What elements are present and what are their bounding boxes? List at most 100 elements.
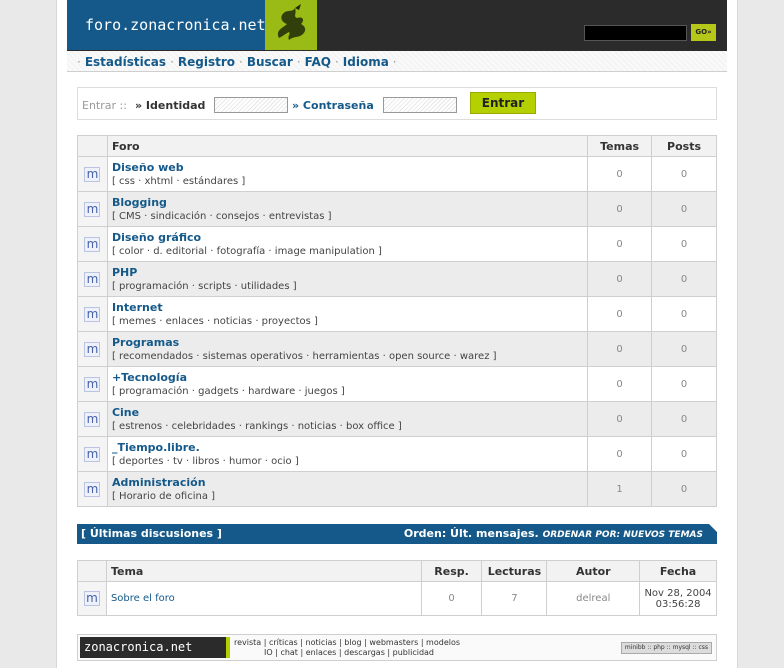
nav-faq[interactable]: FAQ (305, 55, 331, 69)
header: foro.zonacronica.net GO» (67, 0, 727, 51)
forum-name[interactable]: Blogging (112, 196, 587, 209)
tech-badge: minibb :: php :: mysql :: css (620, 642, 712, 654)
topic-autor: delreal (546, 581, 641, 616)
footer-logo[interactable]: zonacronica.net (80, 637, 226, 658)
forum-name[interactable]: +Tecnología (112, 371, 587, 384)
topic-lecturas: 7 (481, 581, 548, 616)
forum-temas: 0 (587, 261, 653, 297)
col-temas: Temas (587, 135, 653, 157)
footer-links-row1[interactable]: revista | críticas | noticias | blog | w… (234, 638, 460, 648)
forum-icon: m (84, 481, 101, 497)
forum-icon: m (84, 201, 101, 217)
forum-desc: [ programación · gadgets · hardware · ju… (111, 386, 345, 397)
forum-desc: [ CMS · sindicación · consejos · entrevi… (111, 211, 332, 222)
nav-estadisticas[interactable]: Estadísticas (85, 55, 166, 69)
forum-name[interactable]: Programas (112, 336, 587, 349)
top-nav: · Estadísticas · Registro · Buscar · FAQ · Idioma… (67, 51, 727, 72)
forum-row: m PHP [ programación · scripts · utilidade… (77, 261, 717, 297)
page: foro.zonacronica.net GO» · Estadísticas · R… (56, 0, 738, 668)
forum-icon: m (84, 411, 101, 427)
forum-posts: 0 (651, 156, 717, 192)
identidad-input[interactable] (214, 97, 288, 113)
forum-posts: 0 (651, 471, 717, 507)
discussions-table: Tema Resp. Lecturas Autor Fecha m Sobre … (77, 560, 717, 616)
forum-name[interactable]: Diseño web (112, 161, 587, 174)
forum-table: Foro Temas Posts m Diseño web [ css · xhtm… (77, 135, 717, 507)
forum-row: m Diseño gráfico [ color · d. editorial · … (77, 226, 717, 262)
forum-desc: [ Horario de oficina ] (111, 491, 216, 502)
forum-row: m +Tecnología [ programación · gadgets · h… (77, 366, 717, 402)
identidad-label: » Identidad (135, 99, 206, 112)
forum-temas: 0 (587, 366, 653, 402)
site-logo-text: foro.zonacronica.net (85, 16, 266, 34)
forum-desc: [ deportes · tv · libros · humor · ocio … (111, 456, 299, 467)
forum-posts: 0 (651, 261, 717, 297)
table-row: m Sobre el foro 0 7 delreal Nov 28, 2004… (77, 581, 717, 616)
forum-posts: 0 (651, 366, 717, 402)
forum-desc: [ programación · scripts · utilidades ] (111, 281, 297, 292)
forum-posts: 0 (651, 436, 717, 472)
forum-temas: 0 (587, 331, 653, 367)
col-resp: Resp. (420, 560, 483, 582)
forum-desc: [ recomendados · sistemas operativos · h… (111, 351, 497, 362)
orden-label: Orden: Últ. mensajes. (403, 527, 539, 540)
contrasena-label: » Contraseña (292, 99, 374, 112)
forum-name[interactable]: Administración (112, 476, 587, 489)
footer-links-row2[interactable]: IO | chat | enlaces | descargas | public… (234, 648, 460, 658)
forum-desc: [ color · d. editorial · fotografía · im… (111, 246, 382, 257)
nav-idioma[interactable]: Idioma (343, 55, 389, 69)
search-input[interactable] (584, 25, 687, 41)
topic-resp: 0 (420, 581, 483, 616)
forum-row: m Administración [ Horario de oficina ] 1 0 (77, 471, 717, 507)
forum-temas: 0 (587, 156, 653, 192)
forum-posts: 0 (651, 226, 717, 262)
forum-icon: m (84, 166, 101, 182)
topic-fecha-date: Nov 28, 2004 (644, 587, 712, 599)
site-logo[interactable]: foro.zonacronica.net (67, 0, 266, 50)
footer: zonacronica.net revista | críticas | not… (77, 634, 717, 661)
forum-row: m Diseño web [ css · xhtml · estándares ] 0… (77, 156, 717, 192)
forum-posts: 0 (651, 191, 717, 227)
forum-icon: m (84, 341, 101, 357)
forum-icon: m (84, 306, 101, 322)
forum-name[interactable]: _Tiempo.libre. (112, 441, 587, 454)
forum-icon: m (84, 271, 101, 287)
ordenar-link[interactable]: ORDENAR POR: NUEVOS TEMAS (543, 530, 703, 540)
message-icon: m (83, 591, 100, 606)
col-autor: Autor (546, 560, 641, 582)
forum-posts: 0 (651, 401, 717, 437)
nav-buscar[interactable]: Buscar (247, 55, 293, 69)
login-form: Entrar :: » Identidad » Contraseña Entra… (77, 87, 717, 120)
forum-temas: 0 (587, 401, 653, 437)
forum-name[interactable]: Internet (112, 301, 587, 314)
forum-name[interactable]: PHP (112, 266, 587, 279)
contrasena-input[interactable] (383, 97, 457, 113)
forum-icon: m (84, 236, 101, 252)
forum-name[interactable]: Diseño gráfico (112, 231, 587, 244)
login-entrar-label: Entrar :: (82, 99, 127, 112)
forum-temas: 0 (587, 191, 653, 227)
nav-registro[interactable]: Registro (178, 55, 235, 69)
forum-desc: [ estrenos · celebridades · rankings · n… (111, 421, 402, 432)
forum-row: m Internet [ memes · enlaces · noticias · … (77, 296, 717, 332)
col-foro: Foro (106, 135, 589, 157)
forum-temas: 0 (587, 296, 653, 332)
forum-temas: 0 (587, 436, 653, 472)
forum-desc: [ css · xhtml · estándares ] (111, 176, 246, 187)
ultimas-discusiones-header: [ Últimas discusiones ] Orden: Últ. mens… (77, 524, 717, 544)
ultimas-title: [ Últimas discusiones ] (81, 527, 222, 540)
forum-posts: 0 (651, 296, 717, 332)
forum-temas: 1 (587, 471, 653, 507)
dragon-icon (265, 0, 317, 50)
col-tema: Tema (105, 560, 422, 582)
col-posts: Posts (651, 135, 717, 157)
forum-name[interactable]: Cine (112, 406, 587, 419)
forum-row: m _Tiempo.libre. [ deportes · tv · libros … (77, 436, 717, 472)
go-button[interactable]: GO» (691, 24, 716, 41)
entrar-button[interactable]: Entrar (470, 92, 536, 114)
forum-icon: m (84, 376, 101, 392)
forum-posts: 0 (651, 331, 717, 367)
forum-row: m Programas [ recomendados · sistemas oper… (77, 331, 717, 367)
topic-link[interactable]: Sobre el foro (105, 581, 422, 616)
forum-desc: [ memes · enlaces · noticias · proyectos… (111, 316, 318, 327)
